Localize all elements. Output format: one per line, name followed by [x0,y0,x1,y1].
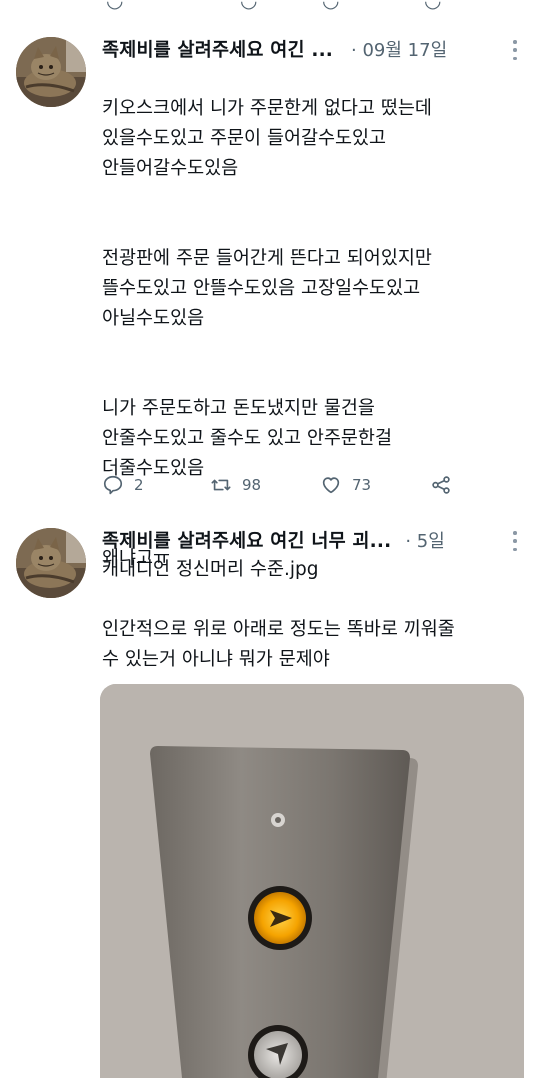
reply-icon: ◡ [106,0,124,12]
like-button[interactable]: 73 [320,472,371,498]
tweet-header: 족제비를 살려주세요 여긴 ... · 09월 17일 [102,36,519,62]
previous-tweet-actions-cropped: ◡ ◡ ◡ ◡ [0,0,539,14]
tweet-photo[interactable] [100,684,524,1078]
reply-icon [103,475,123,495]
tweet-header: 족제비를 살려주세요 여긴 너무 괴... · 5일 [102,527,519,553]
retweet-icon: ◡ [240,0,258,12]
share-icon [432,476,450,494]
reply-button[interactable]: 2 [102,472,144,498]
tweet-paragraph: 전광판에 주문 들어간게 뜬다고 되어있지만 뜰수도있고 안뜰수도있음 고장일수… [102,248,432,329]
retweet-icon [211,479,231,491]
share-button[interactable] [430,472,452,498]
heart-icon: ◡ [322,0,340,12]
more-vertical-icon[interactable] [513,40,517,60]
tweet-paragraph: 니가 주문도하고 돈도냈지만 물건을 안줄수도있고 줄수도 있고 안주문한걸 더… [102,398,392,479]
more-vertical-icon[interactable] [513,531,517,551]
retweet-count: 98 [242,476,262,494]
cat-photo-avatar [16,528,86,598]
tweet-paragraph: 키오스크에서 니가 주문한게 없다고 떴는데 있을수도있고 주문이 들어갈수도있… [102,98,432,179]
avatar[interactable] [16,528,86,598]
timestamp[interactable]: · 09월 17일 [351,36,447,62]
cat-photo-avatar [16,37,86,107]
like-count: 73 [352,476,372,494]
tweet-actions: 2 98 73 [102,472,502,498]
tweet-text: 캐내디언 정신머리 수준.jpg 인간적으로 위로 아래로 정도는 똑바로 끼워… [102,559,455,670]
timestamp[interactable]: · 5일 [405,527,444,553]
share-icon: ◡ [424,0,442,12]
author-name[interactable]: 족제비를 살려주세요 여긴 ... [102,36,333,62]
elevator-button-photo [100,684,524,1078]
heart-icon [322,477,340,494]
tweet-text: 키오스크에서 니가 주문한게 없다고 떴는데 있을수도있고 주문이 들어갈수도있… [102,64,519,604]
reply-count: 2 [134,476,144,494]
avatar[interactable] [16,37,86,107]
author-name[interactable]: 족제비를 살려주세요 여긴 너무 괴... [102,527,391,553]
retweet-button[interactable]: 98 [210,472,261,498]
